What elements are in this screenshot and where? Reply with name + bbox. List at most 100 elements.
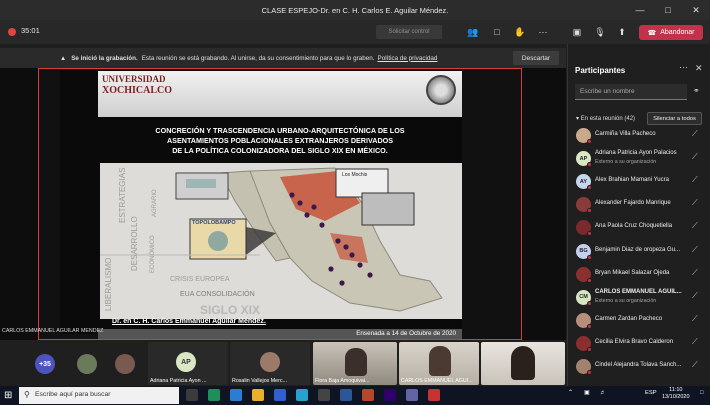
tile-name: Flora Baja Amoquivai... bbox=[315, 378, 370, 384]
map-word-economico: ECONÓMICO bbox=[150, 235, 156, 273]
microphone-off-icon[interactable]: ⟋ bbox=[692, 221, 698, 231]
presence-status-icon bbox=[587, 300, 592, 306]
video-tile-carlos[interactable]: CARLOS EMMANUEL AGUI... bbox=[399, 342, 479, 385]
chevron-down-icon: ▾ bbox=[576, 116, 580, 122]
map-word-estrategias: ESTRATEGIAS bbox=[118, 167, 127, 223]
task-view-icon[interactable] bbox=[186, 389, 198, 401]
participant-name: CARLOS EMMANUEL AGUIL... bbox=[595, 288, 682, 295]
more-options-icon[interactable]: ⋯ bbox=[679, 62, 688, 73]
in-meeting-header[interactable]: ▾ En esta reunión (42) bbox=[576, 115, 635, 122]
participants-title: Participantes bbox=[575, 66, 626, 75]
warning-icon: ▲ bbox=[60, 54, 67, 62]
participant-row[interactable]: Carmen Zardan Pacheco ⟋ bbox=[567, 309, 710, 332]
participant-name: Adriana Patricia Ayon Palacios bbox=[595, 150, 677, 157]
word-icon[interactable] bbox=[340, 389, 352, 401]
microphone-off-icon[interactable]: ⟋ bbox=[692, 175, 698, 185]
more-actions-icon[interactable]: ⋯ bbox=[536, 25, 550, 39]
participant-row[interactable]: AP Adriana Patricia Ayon Palacios Externo … bbox=[567, 147, 710, 170]
teams-icon[interactable] bbox=[406, 389, 418, 401]
camera-icon[interactable]: ▣ bbox=[570, 25, 584, 39]
volume-icon[interactable]: ♬ bbox=[600, 390, 606, 396]
presence-status-icon bbox=[587, 162, 592, 168]
presence-status-icon bbox=[587, 323, 592, 329]
microphone-off-icon[interactable]: ⟋ bbox=[692, 314, 698, 324]
microphone-off-icon[interactable]: ⟋ bbox=[692, 198, 698, 208]
presence-status-icon bbox=[587, 185, 592, 191]
participant-row[interactable]: Alexander Fajardo Manrique ⟋ bbox=[567, 193, 710, 216]
microphone-off-icon[interactable]: ⟋ bbox=[692, 152, 698, 162]
tray-chevron-icon[interactable]: ⌃ bbox=[568, 390, 573, 396]
recording-indicator-icon bbox=[8, 28, 16, 36]
maximize-icon[interactable]: □ bbox=[654, 0, 682, 20]
slide-title: CONCRECIÓN Y TRASCENDENCIA URBANO-ARQUIT… bbox=[155, 126, 405, 155]
presentation-slide: UNIVERSIDAD XOCHICALCO CONCRECIÓN Y TRAS… bbox=[60, 70, 462, 339]
participant-row[interactable]: BG Benjamin Diaz de oropeza Gu... ⟋ bbox=[567, 240, 710, 263]
participant-row[interactable]: Cecilia Elvira Bravo Calderon ⟋ bbox=[567, 332, 710, 355]
powerpoint-icon[interactable] bbox=[362, 389, 374, 401]
microphone-off-icon[interactable]: ⟋ bbox=[692, 291, 698, 301]
participant-name: Benjamin Diaz de oropeza Gu... bbox=[595, 246, 681, 253]
participant-subtitle: Externo a su organización bbox=[595, 159, 657, 166]
chrome-icon[interactable] bbox=[208, 389, 220, 401]
participant-row[interactable]: CM CARLOS EMMANUEL AGUIL... Externo a su o… bbox=[567, 286, 710, 309]
participant-subtitle: Externo a su organización bbox=[595, 297, 657, 304]
request-control-button[interactable]: Solicitar control bbox=[376, 25, 442, 39]
acrobat-icon[interactable] bbox=[428, 389, 440, 401]
person-silhouette bbox=[345, 348, 367, 376]
notifications-icon[interactable]: □ bbox=[700, 390, 704, 396]
minimize-icon[interactable]: — bbox=[626, 0, 654, 20]
participant-row[interactable]: Cindel Alejandra Tolava Sanch... ⟋ bbox=[567, 355, 710, 378]
video-tile-adriana[interactable]: AP Adriana Patricia Ayon ... bbox=[148, 342, 228, 385]
participant-row[interactable]: Bryan Mikael Salazar Ojeda ⟋ bbox=[567, 263, 710, 286]
close-window-icon[interactable]: ✕ bbox=[682, 0, 710, 20]
participant-name: Ana Paola Cruz Choquetiella bbox=[595, 223, 673, 230]
mail-icon[interactable] bbox=[274, 389, 286, 401]
clock[interactable]: 11:10 13/10/2020 bbox=[662, 387, 690, 401]
file-explorer-icon[interactable] bbox=[252, 389, 264, 401]
taskbar-search-input[interactable]: ⚲ Escribe aquí para buscar bbox=[19, 387, 179, 404]
video-tile-flora[interactable]: Flora Baja Amoquivai... bbox=[313, 342, 397, 385]
map-word-mochis: Los Mochis bbox=[342, 172, 368, 178]
participant-avatar-thumbnail[interactable] bbox=[115, 354, 135, 374]
app-icon[interactable] bbox=[318, 389, 330, 401]
share-invite-icon[interactable]: ⚭ bbox=[693, 86, 700, 95]
participant-row[interactable]: AY Alex Brahian Mamani Yucra ⟋ bbox=[567, 170, 710, 193]
microphone-off-icon[interactable]: ⟋ bbox=[692, 245, 698, 255]
microphone-off-icon[interactable]: 🎙 bbox=[593, 25, 607, 39]
microphone-off-icon[interactable]: ⟋ bbox=[692, 129, 698, 139]
close-panel-icon[interactable]: ✕ bbox=[695, 63, 703, 74]
language-indicator[interactable]: ESP bbox=[645, 390, 657, 396]
avatar: AP bbox=[176, 352, 196, 372]
person-silhouette bbox=[511, 346, 535, 380]
edge-icon[interactable] bbox=[230, 389, 242, 401]
invite-search-input[interactable]: Escribe un nombre bbox=[575, 84, 687, 100]
leave-button[interactable]: ☎ Abandonar bbox=[639, 25, 703, 40]
participant-avatar-thumbnail[interactable] bbox=[77, 354, 97, 374]
participant-row[interactable]: Carmiña Villa Pacheco ⟋ bbox=[567, 124, 710, 147]
slide-footer: Ensenada a 14 de Octubre de 2020 bbox=[98, 329, 462, 339]
privacy-policy-link[interactable]: Política de privacidad bbox=[378, 55, 438, 62]
title-bar: CLASE ESPEJO-Dr. en C. H. Carlos E. Agui… bbox=[0, 0, 710, 20]
store-icon[interactable] bbox=[296, 389, 308, 401]
share-screen-icon[interactable]: ⬆ bbox=[615, 25, 629, 39]
presence-status-icon bbox=[587, 231, 592, 237]
participants-icon[interactable]: 👥 bbox=[466, 25, 480, 39]
microphone-off-icon[interactable]: ⟋ bbox=[692, 337, 698, 347]
presence-status-icon bbox=[587, 208, 592, 214]
microphone-off-icon[interactable]: ⟋ bbox=[692, 268, 698, 278]
chat-icon[interactable]: □ bbox=[490, 25, 504, 39]
video-tile-participant[interactable] bbox=[481, 342, 565, 385]
windows-start-icon[interactable]: ⊞ bbox=[4, 390, 12, 401]
map-word-liberalismo: LIBERALISMO bbox=[104, 257, 113, 311]
microphone-off-icon[interactable]: ⟋ bbox=[692, 360, 698, 370]
presence-status-icon bbox=[587, 139, 592, 144]
participant-name: Carmiña Villa Pacheco bbox=[595, 131, 656, 137]
network-icon[interactable]: ▣ bbox=[584, 390, 589, 396]
more-participants-counter[interactable]: +35 bbox=[35, 354, 55, 374]
participant-row[interactable]: Ana Paola Cruz Choquetiella ⟋ bbox=[567, 216, 710, 239]
raise-hand-icon[interactable]: ✋ bbox=[513, 25, 527, 39]
participant-name: Alex Brahian Mamani Yucra bbox=[595, 177, 669, 184]
discard-button[interactable]: Descartar bbox=[513, 51, 559, 65]
video-tile-rosalin[interactable]: Rosalin Vallejos Merc... bbox=[230, 342, 310, 385]
premiere-icon[interactable] bbox=[384, 389, 396, 401]
